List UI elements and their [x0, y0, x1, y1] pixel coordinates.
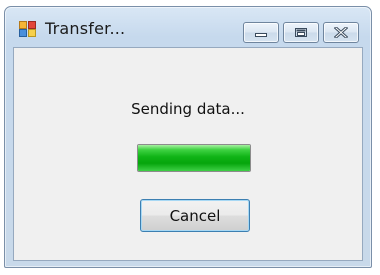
- close-icon: [333, 23, 349, 42]
- maximize-button[interactable]: [283, 22, 319, 43]
- title-bar[interactable]: Transfer...: [5, 7, 371, 44]
- maximize-icon: [294, 23, 308, 42]
- status-label: Sending data...: [131, 100, 245, 118]
- cancel-button[interactable]: Cancel: [140, 199, 250, 232]
- progress-bar-fill: [138, 145, 250, 171]
- progress-bar: [137, 144, 251, 172]
- minimize-button[interactable]: [243, 22, 279, 43]
- minimize-icon: [254, 23, 268, 42]
- window-title: Transfer...: [45, 19, 126, 38]
- caption-buttons: [243, 22, 359, 44]
- close-button[interactable]: [323, 22, 359, 43]
- transfer-dialog-window: Transfer... Sending data... Cancel: [4, 6, 372, 268]
- application-icon: [19, 21, 37, 37]
- dialog-client-area: Sending data... Cancel: [13, 47, 363, 261]
